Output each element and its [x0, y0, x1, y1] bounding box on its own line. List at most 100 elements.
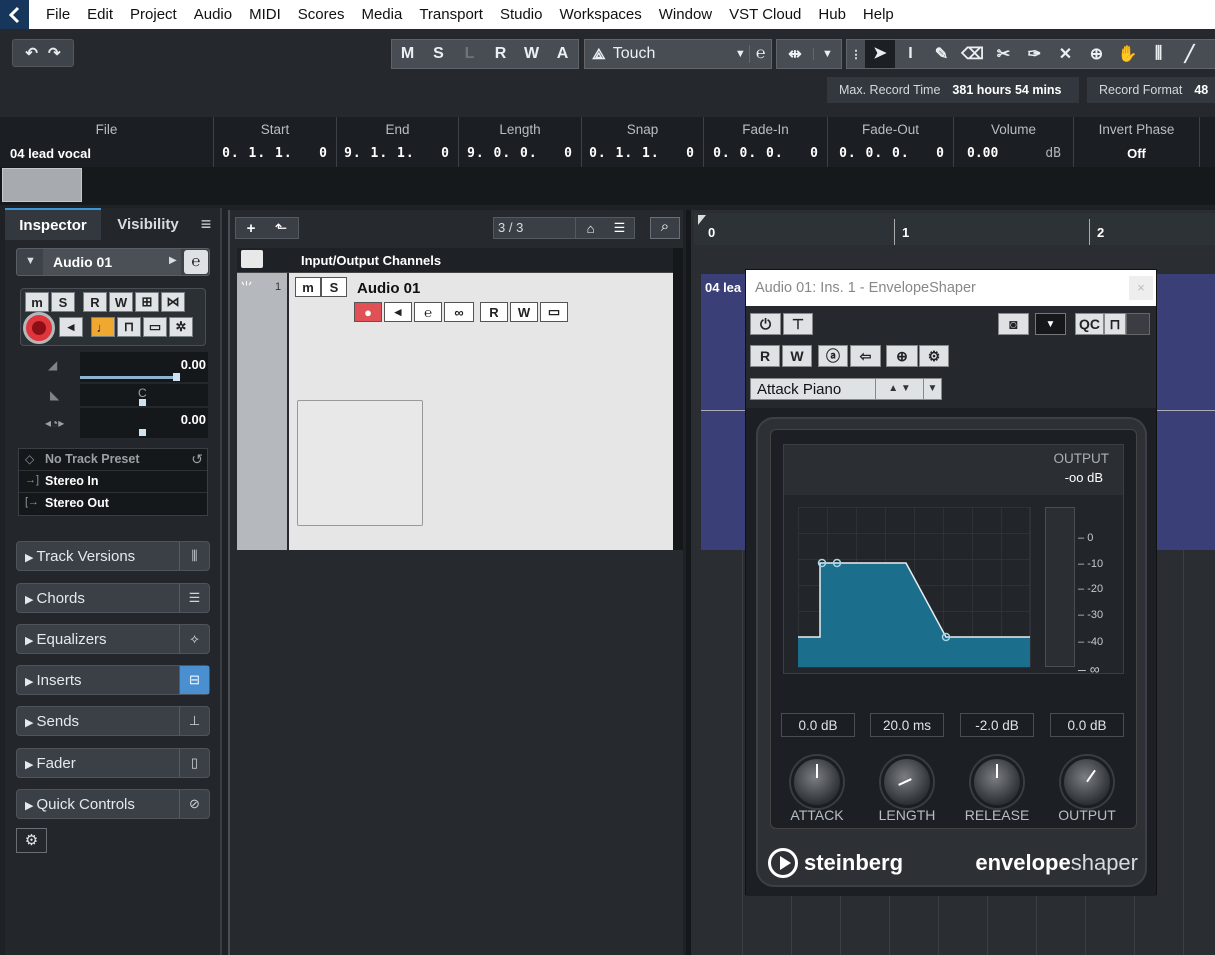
section-chords[interactable]: ▶ Chords ☰	[16, 583, 210, 613]
track-name[interactable]: Audio 01	[357, 280, 420, 297]
listen-button[interactable]: L	[454, 45, 485, 63]
section-inserts[interactable]: ▶ Inserts ⊟	[16, 665, 210, 695]
inspector-track-header[interactable]: ▼ Audio 01 ▶ ℮	[16, 248, 210, 276]
settings-gear-icon[interactable]: ⚙	[16, 828, 47, 853]
chevron-down-icon[interactable]: ▼	[1035, 313, 1066, 335]
read-button[interactable]: R	[83, 292, 107, 312]
freeze-lanes-icon[interactable]: ⋈	[161, 292, 185, 312]
freeze-icon[interactable]: ✲	[169, 317, 193, 337]
object-selection-tool-icon[interactable]: ➤	[865, 40, 895, 68]
mute-tool-icon[interactable]: ✕	[1050, 44, 1081, 64]
undo-icon[interactable]: ↶	[25, 44, 38, 62]
menu-media[interactable]: Media	[352, 0, 410, 29]
attack-knob[interactable]	[791, 756, 843, 808]
info-file[interactable]: File 04 lead vocal	[0, 117, 214, 167]
automation-mode-select[interactable]: ⟁ Touch ▼ ℮	[584, 39, 772, 69]
output-value[interactable]: 0.0 dB	[1050, 713, 1124, 737]
menu-file[interactable]: File	[37, 0, 78, 29]
track-list-scrollbar[interactable]	[673, 248, 683, 550]
pan-control[interactable]: C	[80, 384, 208, 406]
eq-bypass-icon[interactable]: ⟡	[179, 625, 209, 653]
track-read-button[interactable]: R	[480, 302, 508, 322]
menu-help[interactable]: Help	[854, 0, 902, 29]
envelope-graph[interactable]	[798, 507, 1032, 669]
attack-value[interactable]: 0.0 dB	[781, 713, 855, 737]
info-snap[interactable]: Snap 0. 1. 1. 0	[582, 117, 704, 167]
menu-midi[interactable]: MIDI	[240, 0, 289, 29]
monitor-button[interactable]: ◂	[59, 317, 83, 337]
menu-vst-cloud[interactable]: VST Cloud	[720, 0, 809, 29]
track-picture[interactable]	[297, 400, 423, 526]
track-preset-row[interactable]: ◇ No Track Preset ↺	[19, 449, 207, 471]
lock-icon[interactable]: ⊓	[1104, 313, 1126, 335]
info-volume[interactable]: Volume 0.00 dB	[954, 117, 1074, 167]
track-mute-button[interactable]: m	[295, 277, 321, 297]
info-start[interactable]: Start 0. 1. 1. 0	[214, 117, 337, 167]
menu-scores[interactable]: Scores	[289, 0, 353, 29]
info-fade-in[interactable]: Fade-In 0. 0. 0. 0	[704, 117, 828, 167]
erase-tool-icon[interactable]: ⌫	[957, 44, 988, 64]
chevron-down-icon[interactable]: ▼	[813, 48, 841, 60]
plugin-write-button[interactable]: W	[782, 345, 812, 367]
split-tool-icon[interactable]: ✂	[988, 44, 1019, 64]
plugin-read-button[interactable]: R	[750, 345, 780, 367]
redo-icon[interactable]: ↷	[48, 44, 61, 62]
overview-window[interactable]	[2, 168, 82, 202]
load-track-icon[interactable]: ⬑	[266, 219, 296, 237]
compare-icon[interactable]: ⓐ	[818, 345, 848, 367]
track-write-button[interactable]: W	[510, 302, 538, 322]
mute-all-button[interactable]: M	[392, 45, 423, 63]
section-track-versions[interactable]: ▶ Track Versions ⫼	[16, 541, 210, 571]
menu-audio[interactable]: Audio	[185, 0, 240, 29]
zoom-tool-icon[interactable]: ⊕	[1081, 44, 1112, 64]
search-icon[interactable]: ⌕	[650, 217, 680, 239]
glue-tool-icon[interactable]: ✑	[1019, 44, 1050, 64]
slot-icon[interactable]	[1126, 313, 1150, 335]
menu-project[interactable]: Project	[121, 0, 185, 29]
length-value[interactable]: 20.0 ms	[870, 713, 944, 737]
collapse-triangle-icon[interactable]: ▼	[25, 255, 36, 267]
solo-button[interactable]: S	[51, 292, 75, 312]
output-knob[interactable]	[1061, 756, 1113, 808]
triangle-right-icon[interactable]: ▶	[169, 255, 177, 266]
inserts-bypass-icon[interactable]: ⊟	[179, 666, 209, 694]
info-end[interactable]: End 9. 1. 1. 0	[337, 117, 459, 167]
inspector-menu-icon[interactable]: ≡	[195, 214, 217, 235]
draw-tool-icon[interactable]: ✎	[926, 44, 957, 64]
length-knob[interactable]	[881, 756, 933, 808]
plugin-title-bar[interactable]: Audio 01: Ins. 1 - EnvelopeShaper ×	[746, 270, 1156, 306]
cubase-logo-icon[interactable]	[0, 0, 29, 29]
add-track-icon[interactable]: +	[236, 220, 266, 237]
sidechain-icon[interactable]: ⊕	[886, 345, 918, 367]
output-routing[interactable]: [→ Stereo Out	[19, 493, 207, 515]
preset-nav-icon[interactable]: ▲ ▼	[875, 379, 923, 399]
fader-icon[interactable]: ▯	[179, 749, 209, 777]
preset-selector[interactable]: Attack Piano ▲ ▼ ▼	[750, 378, 942, 400]
track-lanes-icon[interactable]: ▭	[540, 302, 568, 322]
automation-button[interactable]: A	[547, 45, 578, 63]
track-versions-icon[interactable]: ⫼	[179, 542, 209, 570]
plugin-settings-icon[interactable]: ⚙	[919, 345, 949, 367]
section-quick-controls[interactable]: ▶ Quick Controls ⊘	[16, 789, 210, 819]
home-icon[interactable]: ⌂	[576, 221, 605, 236]
input-routing[interactable]: →] Stereo In	[19, 471, 207, 493]
left-locator-icon[interactable]	[698, 215, 706, 225]
reset-icon[interactable]: ↺	[191, 451, 203, 468]
section-sends[interactable]: ▶ Sends ⊥	[16, 706, 210, 736]
preset-menu-icon[interactable]: ▼	[923, 379, 941, 399]
write-all-button[interactable]: W	[516, 45, 547, 63]
read-all-button[interactable]: R	[485, 45, 516, 63]
delay-control[interactable]: 0.00	[80, 408, 208, 438]
edit-channel-icon[interactable]: ℮	[184, 250, 208, 274]
comp-tool-icon[interactable]: ⫼	[1143, 45, 1174, 63]
menu-studio[interactable]: Studio	[491, 0, 551, 29]
menu-window[interactable]: Window	[650, 0, 720, 29]
splitter[interactable]	[686, 210, 691, 955]
menu-workspaces[interactable]: Workspaces	[551, 0, 650, 29]
release-value[interactable]: -2.0 dB	[960, 713, 1034, 737]
menu-transport[interactable]: Transport	[410, 0, 491, 29]
track-solo-button[interactable]: S	[321, 277, 347, 297]
monitor-lanes-icon[interactable]: ⊞	[135, 292, 159, 312]
range-tool-icon[interactable]: I	[895, 45, 926, 63]
ruler[interactable]: 0 1 2	[694, 213, 1215, 245]
